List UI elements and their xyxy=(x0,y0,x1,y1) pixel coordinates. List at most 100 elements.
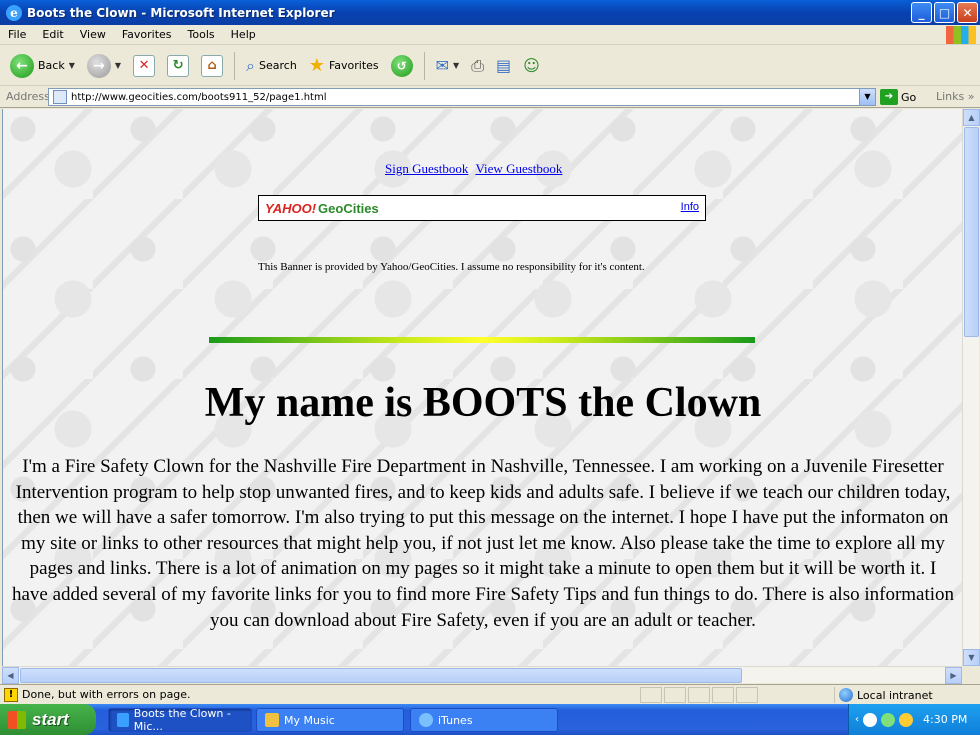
print-icon: ⎙ xyxy=(471,55,485,75)
intro-paragraph: I'm a Fire Safety Clown for the Nashvill… xyxy=(11,456,955,631)
stop-button[interactable]: ✕ xyxy=(129,50,159,82)
task-ie[interactable]: Boots the Clown - Mic... xyxy=(108,707,252,733)
warning-icon[interactable]: ! xyxy=(4,687,18,702)
stop-icon: ✕ xyxy=(133,54,156,77)
window-title: Boots the Clown - Microsoft Internet Exp… xyxy=(27,5,335,20)
maximize-button[interactable]: □ xyxy=(934,2,955,23)
menu-view[interactable]: View xyxy=(72,28,114,41)
history-icon: ↺ xyxy=(390,54,413,77)
task-label: My Music xyxy=(284,713,335,727)
tray-icon[interactable] xyxy=(881,712,895,727)
mail-dropdown-icon[interactable]: ▼ xyxy=(453,61,459,70)
itunes-icon xyxy=(419,713,433,727)
system-tray: ‹ 4:30 PM xyxy=(848,704,980,735)
folder-icon xyxy=(265,713,279,727)
tray-icon[interactable] xyxy=(899,712,913,727)
status-text: Done, but with errors on page. xyxy=(22,688,191,701)
zone-label: Local intranet xyxy=(857,688,933,702)
back-arrow-icon: ← xyxy=(10,53,34,78)
status-cells xyxy=(640,687,758,703)
scroll-up-icon[interactable]: ▲ xyxy=(963,109,980,126)
menu-tools[interactable]: Tools xyxy=(180,28,223,41)
edit-button[interactable]: ▤ xyxy=(492,50,515,82)
task-label: Boots the Clown - Mic... xyxy=(133,707,231,733)
forward-dropdown-icon[interactable]: ▼ xyxy=(115,61,121,70)
address-bar: Address http://www.geocities.com/boots91… xyxy=(0,86,980,108)
menu-edit[interactable]: Edit xyxy=(34,28,71,41)
status-cell xyxy=(736,687,758,703)
search-label: Search xyxy=(259,59,297,72)
forward-button[interactable]: → ▼ xyxy=(83,50,125,82)
security-zone[interactable]: Local intranet xyxy=(834,687,978,703)
toolbar-separator xyxy=(423,51,425,80)
address-url[interactable]: http://www.geocities.com/boots911_52/pag… xyxy=(71,92,326,103)
menu-help[interactable]: Help xyxy=(223,28,264,41)
vertical-scroll-thumb[interactable] xyxy=(964,127,979,337)
status-bar: ! Done, but with errors on page. Local i… xyxy=(0,684,980,704)
address-dropdown-icon[interactable]: ▼ xyxy=(859,89,875,105)
scroll-right-icon[interactable]: ▶ xyxy=(945,667,962,684)
page-viewport[interactable]: Sign Guestbook View Guestbook YAHOO! Geo… xyxy=(2,109,962,666)
address-input[interactable]: http://www.geocities.com/boots911_52/pag… xyxy=(48,88,876,106)
minimize-button[interactable]: _ xyxy=(911,2,932,23)
banner-info-link[interactable]: Info xyxy=(681,201,699,213)
back-dropdown-icon[interactable]: ▼ xyxy=(69,61,75,70)
toolbar-separator xyxy=(234,51,236,80)
window-titlebar[interactable]: e Boots the Clown - Microsoft Internet E… xyxy=(0,0,980,25)
menu-bar: File Edit View Favorites Tools Help xyxy=(0,25,980,45)
page-headline: My name is BOOTS the Clown xyxy=(204,380,762,426)
search-icon: ⌕ xyxy=(246,55,255,75)
favorites-button[interactable]: ★ Favorites xyxy=(305,50,383,82)
start-button[interactable]: start xyxy=(0,704,96,735)
guestbook-links: Sign Guestbook View Guestbook xyxy=(385,161,566,177)
go-label: Go xyxy=(901,90,917,104)
edit-icon: ▤ xyxy=(496,56,512,75)
task-label: iTunes xyxy=(438,713,473,727)
links-label: Links xyxy=(936,90,965,103)
close-button[interactable]: ✕ xyxy=(957,2,978,23)
status-cell xyxy=(664,687,686,703)
go-arrow-icon: ➔ xyxy=(880,89,898,105)
geocities-banner[interactable]: YAHOO! GeoCities Info xyxy=(258,195,706,221)
scroll-down-icon[interactable]: ▼ xyxy=(963,649,980,666)
view-guestbook-link[interactable]: View Guestbook xyxy=(475,161,562,176)
standard-toolbar: ← Back ▼ → ▼ ✕ ↻ ⌂ ⌕ Search ★ Favorites … xyxy=(0,46,980,86)
horizontal-scroll-thumb[interactable] xyxy=(20,668,742,683)
refresh-icon: ↻ xyxy=(167,54,190,77)
messenger-button[interactable]: ☺ xyxy=(519,50,544,82)
back-label: Back xyxy=(38,59,65,72)
home-button[interactable]: ⌂ xyxy=(197,50,227,82)
tray-expand-icon[interactable]: ‹ xyxy=(855,714,859,725)
menu-file[interactable]: File xyxy=(0,28,34,41)
go-button[interactable]: ➔ Go xyxy=(880,89,916,105)
sign-guestbook-link[interactable]: Sign Guestbook xyxy=(385,161,468,176)
refresh-button[interactable]: ↻ xyxy=(163,50,193,82)
scroll-left-icon[interactable]: ◀ xyxy=(2,667,19,684)
task-itunes[interactable]: iTunes xyxy=(410,708,558,732)
tray-icon[interactable] xyxy=(863,712,877,727)
mail-button[interactable]: ✉ ▼ xyxy=(432,50,464,82)
windows-logo-icon xyxy=(946,26,976,44)
forward-arrow-icon: → xyxy=(86,53,111,78)
clock[interactable]: 4:30 PM xyxy=(923,713,967,726)
messenger-icon: ☺ xyxy=(523,56,540,75)
rainbow-divider xyxy=(209,337,755,343)
print-button[interactable]: ⎙ xyxy=(467,50,488,82)
favorites-label: Favorites xyxy=(328,59,379,72)
history-button[interactable]: ↺ xyxy=(387,50,417,82)
menu-favorites[interactable]: Favorites xyxy=(114,28,180,41)
horizontal-scrollbar[interactable]: ◀ ▶ xyxy=(2,666,962,684)
ie-task-icon xyxy=(117,713,129,727)
search-button[interactable]: ⌕ Search xyxy=(242,50,301,82)
page-icon xyxy=(53,90,67,104)
banner-disclaimer: This Banner is provided by Yahoo/GeoCiti… xyxy=(258,261,645,273)
home-icon: ⌂ xyxy=(201,54,224,77)
task-my-music[interactable]: My Music xyxy=(256,708,404,732)
intranet-globe-icon xyxy=(839,688,853,702)
back-button[interactable]: ← Back ▼ xyxy=(6,50,79,82)
status-cell xyxy=(640,687,662,703)
vertical-scrollbar[interactable]: ▲ ▼ xyxy=(962,109,980,666)
links-toolbar[interactable]: Links » xyxy=(936,90,975,103)
star-icon: ★ xyxy=(308,55,325,76)
window-controls: _ □ ✕ xyxy=(911,2,978,23)
